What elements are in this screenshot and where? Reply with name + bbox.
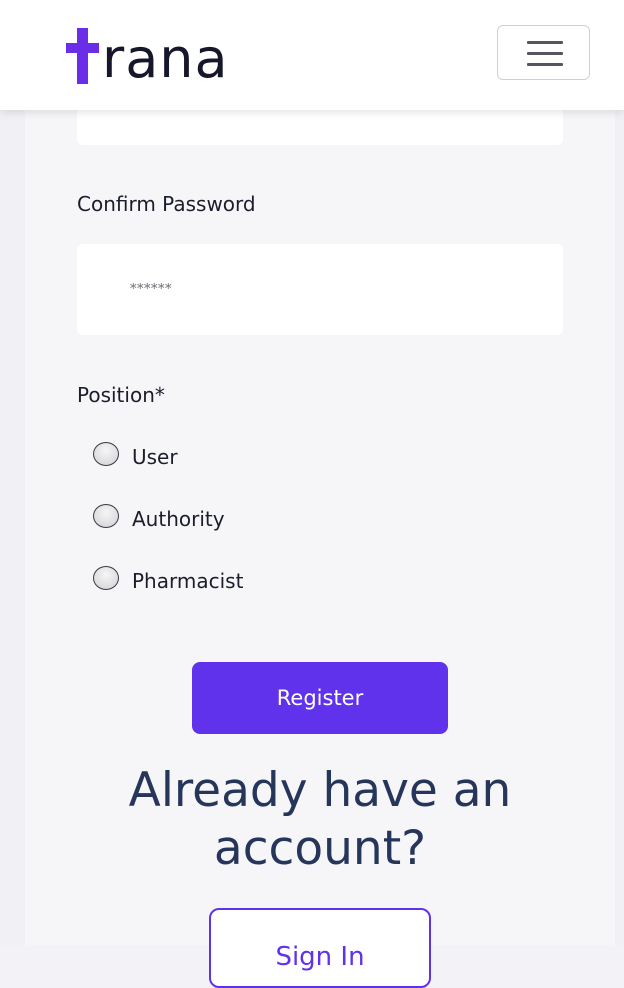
confirm-password-input[interactable]	[77, 244, 563, 335]
register-button[interactable]: Register	[192, 662, 448, 734]
radio-label-pharmacist: Pharmacist	[132, 569, 244, 593]
hamburger-menu-button[interactable]	[497, 25, 590, 80]
already-have-account-heading: Already have an account?	[128, 763, 512, 876]
brand-logo[interactable]: rana	[64, 24, 229, 90]
top-navbar: rana	[0, 0, 624, 110]
hamburger-menu-icon	[527, 41, 563, 44]
position-option-user[interactable]: User	[93, 442, 178, 469]
radio-button-icon[interactable]	[93, 442, 119, 466]
position-option-pharmacist[interactable]: Pharmacist	[93, 566, 244, 593]
radio-label-user: User	[132, 445, 178, 469]
position-label: Position*	[77, 383, 165, 407]
radio-button-icon[interactable]	[93, 566, 119, 590]
brand-logo-text: rana	[102, 27, 229, 90]
position-option-authority[interactable]: Authority	[93, 504, 225, 531]
cross-logo-icon	[64, 28, 100, 84]
radio-button-icon[interactable]	[93, 504, 119, 528]
confirm-password-label: Confirm Password	[77, 192, 256, 216]
radio-label-authority: Authority	[132, 507, 225, 531]
sign-in-button[interactable]: Sign In	[209, 908, 431, 988]
